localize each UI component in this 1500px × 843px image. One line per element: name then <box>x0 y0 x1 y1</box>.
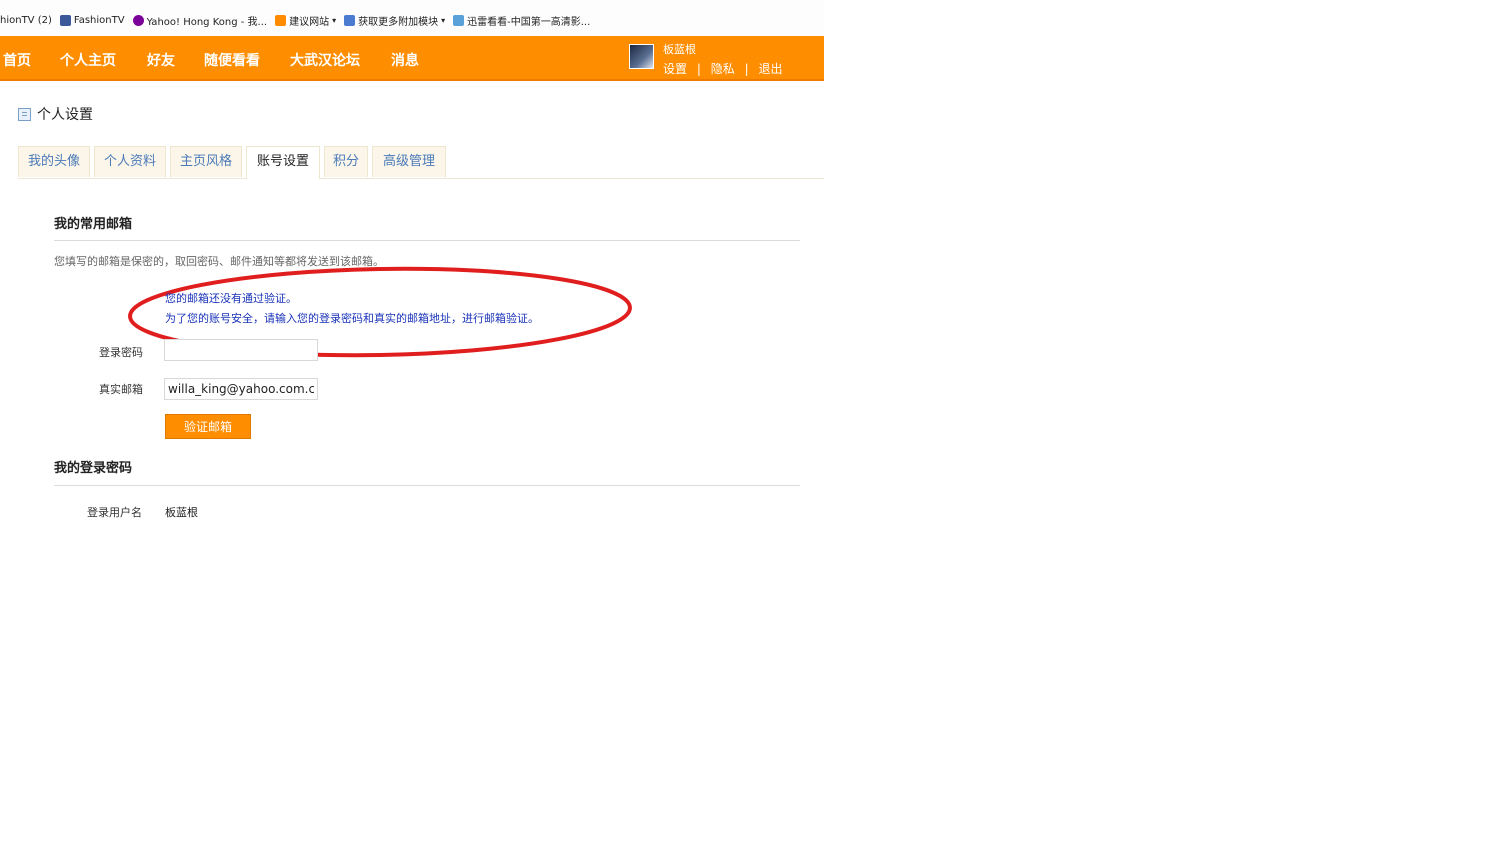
page-heading: 个人设置 <box>18 104 93 124</box>
tab-points[interactable]: 积分 <box>324 146 368 177</box>
tab-advanced[interactable]: 高级管理 <box>372 146 446 177</box>
bookmark-label: hionTV (2) <box>0 14 52 26</box>
separator: | <box>696 62 701 76</box>
password-field[interactable] <box>164 339 318 361</box>
top-nav: 首页 个人主页 好友 随便看看 大武汉论坛 消息 板蓝根 设置 | 隐私 | 退… <box>0 36 824 81</box>
tab-account-settings[interactable]: 账号设置 <box>246 146 320 179</box>
bookmark-label: 迅雷看看-中国第一高清影... <box>467 16 591 28</box>
facebook-icon <box>59 14 71 26</box>
login-username-label: 登录用户名 <box>87 506 142 519</box>
bookmark-label: 建议网站 <box>289 16 330 28</box>
privacy-link[interactable]: 隐私 <box>711 62 735 76</box>
bookmark-item[interactable]: hionTV (2) <box>0 15 52 26</box>
email-field[interactable] <box>164 378 318 400</box>
separator: | <box>744 62 749 76</box>
dropdown-caret-icon: ▾ <box>332 15 337 25</box>
page-title: 个人设置 <box>37 107 93 123</box>
email-section-title: 我的常用邮箱 <box>54 217 133 232</box>
tab-profile[interactable]: 个人资料 <box>94 146 166 177</box>
email-label: 真实邮箱 <box>99 383 143 396</box>
user-links: 设置 | 隐私 | 退出 <box>663 60 782 77</box>
suggested-sites-icon <box>275 14 287 26</box>
settings-tabs: 我的头像 个人资料 主页风格 账号设置 积分 高级管理 <box>18 146 824 179</box>
bookmark-item[interactable]: 获取更多附加模块 ▾ <box>344 13 445 28</box>
avatar[interactable] <box>629 44 654 69</box>
divider <box>54 240 800 241</box>
nav-username[interactable]: 板蓝根 <box>663 41 696 57</box>
ie-page-icon <box>453 14 465 26</box>
verify-email-button[interactable]: 验证邮箱 <box>165 414 251 439</box>
bookmark-item[interactable]: Yahoo! Hong Kong - 我... <box>132 13 268 28</box>
nav-browse[interactable]: 随便看看 <box>204 50 260 70</box>
nav-profile-home[interactable]: 个人主页 <box>60 50 116 70</box>
password-label: 登录密码 <box>99 346 143 359</box>
bookmark-item[interactable]: 迅雷看看-中国第一高清影... <box>453 13 590 28</box>
bookmark-item[interactable]: 建议网站 ▾ <box>275 13 336 28</box>
password-section-title: 我的登录密码 <box>54 461 133 476</box>
nav-friends[interactable]: 好友 <box>147 50 175 70</box>
notice-line: 您的邮箱还没有通过验证。 <box>165 292 297 305</box>
tab-avatar[interactable]: 我的头像 <box>18 146 90 177</box>
login-username-value: 板蓝根 <box>165 506 198 519</box>
bookmark-label: Yahoo! Hong Kong - 我... <box>146 16 268 28</box>
settings-link[interactable]: 设置 <box>663 62 687 76</box>
settings-page-icon <box>18 107 31 121</box>
yahoo-icon <box>132 14 144 26</box>
ie-addons-icon <box>344 14 356 26</box>
notice-line: 为了您的账号安全，请输入您的登录密码和真实的邮箱地址，进行邮箱验证。 <box>165 312 539 325</box>
verification-notice: 您的邮箱还没有通过验证。 为了您的账号安全，请输入您的登录密码和真实的邮箱地址，… <box>165 289 539 329</box>
bookmark-item[interactable]: FashionTV <box>59 14 125 26</box>
nav-forum[interactable]: 大武汉论坛 <box>290 50 360 70</box>
logout-link[interactable]: 退出 <box>758 62 782 76</box>
nav-home[interactable]: 首页 <box>3 50 31 70</box>
bookmark-label: 获取更多附加模块 <box>358 16 439 28</box>
nav-messages[interactable]: 消息 <box>391 50 419 70</box>
bookmarks-bar: hionTV (2) FashionTV Yahoo! Hong Kong - … <box>0 0 824 36</box>
tab-home-style[interactable]: 主页风格 <box>170 146 242 177</box>
dropdown-caret-icon: ▾ <box>441 15 446 25</box>
bookmark-label: FashionTV <box>73 14 125 26</box>
divider <box>54 485 800 486</box>
